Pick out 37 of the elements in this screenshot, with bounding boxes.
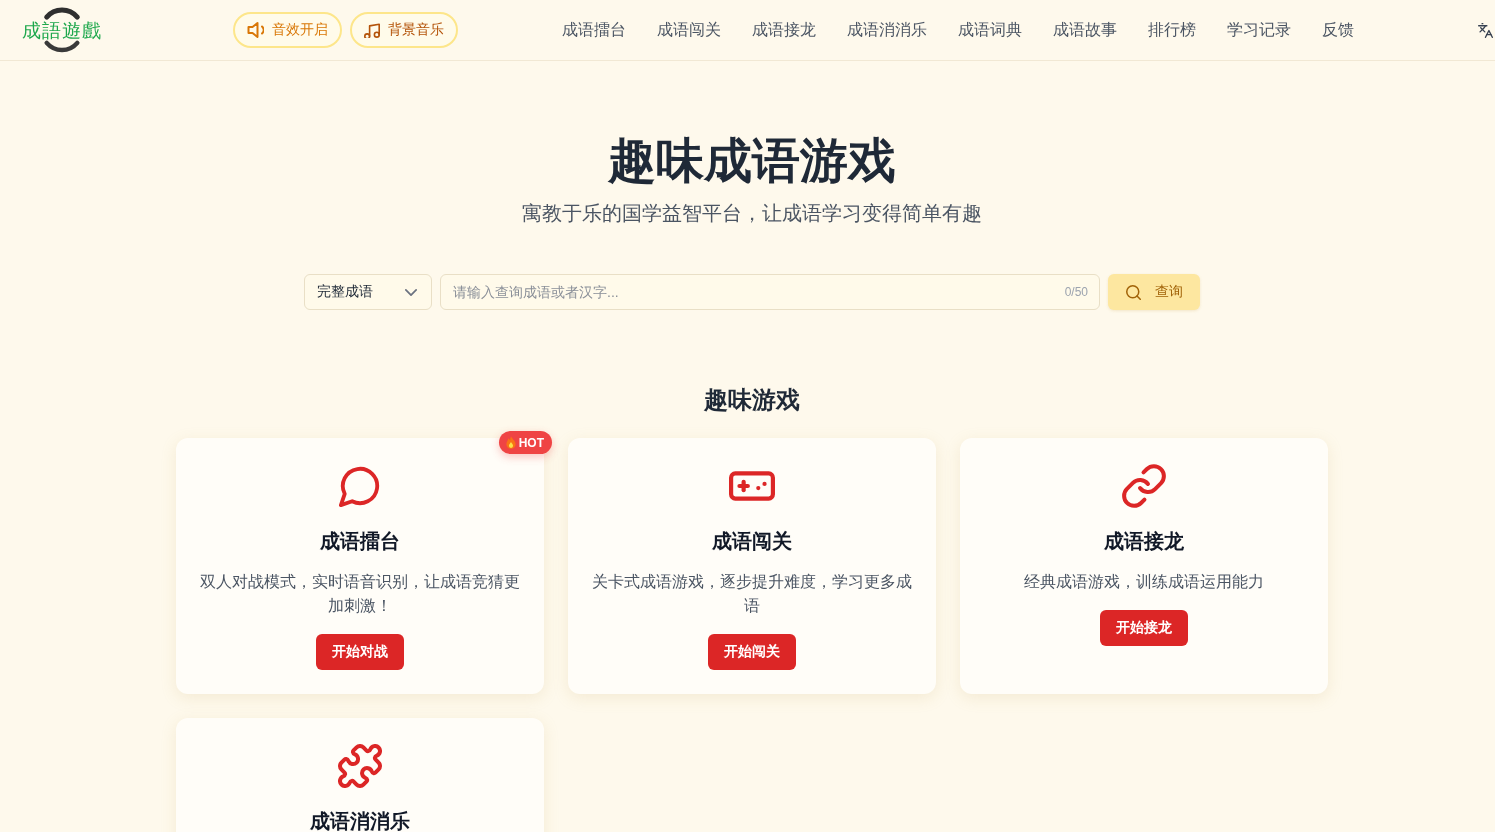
section-title: 趣味游戏	[704, 385, 800, 415]
card-description: 双人对战模式，实时语音识别，让成语竞猜更加刺激！	[199, 572, 521, 616]
music-toggle[interactable]: 背景音乐	[350, 12, 458, 48]
start-button[interactable]: 开始闯关	[708, 634, 796, 670]
gamepad-icon	[729, 471, 775, 501]
mode-select[interactable]: 完整成语	[304, 274, 432, 310]
card-description: 关卡式成语游戏，逐步提升难度，学习更多成语	[591, 572, 913, 616]
card-title: 成语消消乐	[310, 809, 410, 832]
card-title: 成语闯关	[712, 529, 792, 554]
speech-bubble-icon	[339, 465, 381, 507]
nav-link[interactable]: 成语接龙	[752, 19, 816, 41]
card-title: 成语接龙	[1104, 529, 1184, 554]
nav-link[interactable]: 成语擂台	[562, 19, 626, 41]
translate-icon[interactable]	[1478, 22, 1493, 38]
search-icon	[1125, 284, 1141, 300]
nav-link[interactable]: 学习记录	[1227, 19, 1291, 41]
nav-link[interactable]: 成语词典	[958, 19, 1022, 41]
nav-link[interactable]: 成语故事	[1053, 19, 1117, 41]
chevron-down-icon	[405, 288, 417, 296]
start-button[interactable]: 开始对战	[316, 634, 404, 670]
nav-link[interactable]: 成语闯关	[657, 19, 721, 41]
logo-text: 成語遊戲	[22, 20, 102, 40]
hot-badge: HOT	[498, 431, 552, 454]
nav-link[interactable]: 反馈	[1322, 19, 1354, 41]
hero-subtitle: 寓教于乐的国学益智平台，让成语学习变得简单有趣	[522, 201, 982, 226]
link-icon	[1122, 464, 1166, 508]
flame-icon	[505, 436, 516, 449]
music-note-icon	[364, 22, 380, 38]
puzzle-icon	[338, 744, 382, 788]
card-title: 成语擂台	[320, 529, 400, 554]
speaker-icon	[247, 22, 264, 38]
char-counter: 0/50	[1064, 285, 1088, 299]
nav-link[interactable]: 成语消消乐	[847, 19, 927, 41]
hero-title: 趣味成语游戏	[608, 133, 896, 188]
start-button[interactable]: 开始接龙	[1100, 610, 1188, 646]
nav-link[interactable]: 排行榜	[1148, 19, 1196, 41]
card-description: 经典成语游戏，训练成语运用能力	[1024, 572, 1264, 592]
